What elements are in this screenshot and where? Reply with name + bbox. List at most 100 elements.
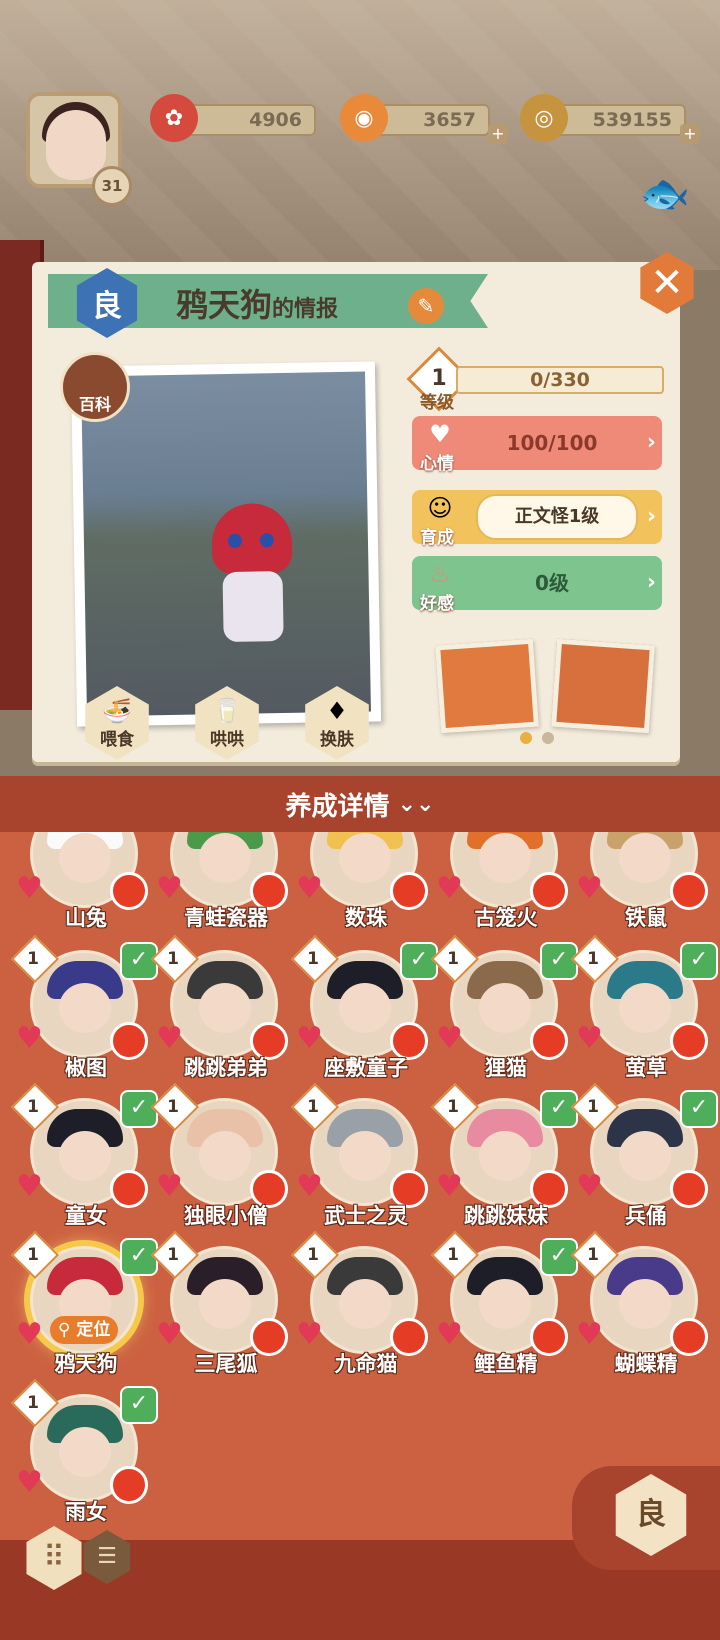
monster-level: 1 <box>587 949 599 969</box>
monster-name: 数珠 <box>345 906 387 930</box>
heart-icon: ♥ <box>296 1317 323 1352</box>
portrait-face <box>339 983 391 1033</box>
heart-icon: ♥ <box>576 1169 603 1204</box>
monster-name: 铁鼠 <box>625 906 667 930</box>
monster-card[interactable]: ♥ 青蛙瓷器 <box>152 832 288 942</box>
resource-soul-jade: 3657 <box>370 104 490 136</box>
monster-card[interactable]: ♥ 山兔 <box>12 832 148 942</box>
monster-level: 1 <box>27 1245 39 1265</box>
heart-icon: ♥ <box>16 1169 43 1204</box>
monster-level: 1 <box>27 1097 39 1117</box>
monster-title: 鸦天狗的情报 <box>176 280 338 326</box>
encyclopedia-button[interactable]: 百科 <box>60 352 130 422</box>
monster-card[interactable]: 1 ♥ 九命猫 <box>290 1230 428 1388</box>
locate-label: 定位 <box>76 1320 111 1340</box>
skin-icon: ♦ <box>326 696 348 725</box>
monster-card[interactable]: 1 ✓ ♥ 萤草 <box>570 934 718 1092</box>
portrait-face <box>59 1427 111 1477</box>
monster-level: 1 <box>307 1097 319 1117</box>
monster-card[interactable]: ♥ 铁鼠 <box>572 832 708 942</box>
heart-icon: ♥ <box>156 1021 183 1056</box>
gift-card-1[interactable] <box>435 638 539 734</box>
heart-icon: ♥ <box>296 871 323 906</box>
monster-card[interactable]: ♥ 古笼火 <box>432 832 568 942</box>
growth-details-title: 养成详情 <box>285 791 390 822</box>
title-suffix: 的情报 <box>272 297 339 322</box>
rarity-filter-button[interactable]: 良 <box>615 1474 687 1556</box>
gift-card-2[interactable] <box>551 638 655 734</box>
heart-icon: ♥ <box>296 1021 323 1056</box>
monster-level: 1 <box>167 1097 179 1117</box>
monster-grid: ♥ 山兔 ♥ 青蛙瓷器 ♥ 数珠 ♥ 古笼火 ♥ 铁鼠 1 ✓ ♥ 椒图 1 ♥ 跳跳弟弟 1 ✓ ♥ 座敷童子 1 ✓ ♥ 狸… <box>0 832 720 1532</box>
monster-name: 鸦天狗 <box>54 1352 118 1376</box>
add-coins-button[interactable]: + <box>680 124 700 144</box>
monster-card[interactable]: 1 ✓ ♥ 鲤鱼精 <box>430 1230 578 1388</box>
heart-icon: ♥ <box>156 1169 183 1204</box>
heart-icon: ♥ <box>156 1317 183 1352</box>
monster-card[interactable]: 1 ✓ ♥ 狸猫 <box>430 934 578 1092</box>
portrait-face <box>59 833 111 883</box>
bowl-icon: 🍜 <box>102 696 132 725</box>
monster-name: 萤草 <box>625 1056 667 1080</box>
favor-label: 好感 <box>420 594 454 614</box>
portrait-face <box>199 1279 251 1329</box>
checkmark-icon: ✓ <box>120 1386 158 1424</box>
chevron-right-icon: › <box>646 504 656 529</box>
avatar-face <box>46 110 106 180</box>
heart-icon: ♥ <box>436 871 463 906</box>
monster-card[interactable]: 1 ✓ ♥ 童女 <box>10 1082 158 1240</box>
growth-value: 正文怪1级 <box>476 494 638 540</box>
monster-name: 山兔 <box>65 906 107 930</box>
monster-card[interactable]: 1 ✓ ♥ 座敷童子 <box>290 934 438 1092</box>
heart-icon: ♥ <box>576 871 603 906</box>
monster-card[interactable]: 1 ✓ ♥ 兵俑 <box>570 1082 718 1240</box>
monster-card[interactable]: 1 ♥ 蝴蝶精 <box>570 1230 708 1388</box>
monster-card[interactable]: 1 ♥ 三尾狐 <box>150 1230 288 1388</box>
add-soul-jade-button[interactable]: + <box>488 124 508 144</box>
photo-scene <box>81 371 371 717</box>
monster-name: 狸猫 <box>485 1056 527 1080</box>
monster-name: 鲤鱼精 <box>474 1352 538 1376</box>
mood-label: 心情 <box>420 454 454 474</box>
plum-flower-icon: ✿ <box>150 94 198 142</box>
monster-level: 1 <box>587 1097 599 1117</box>
monster-card[interactable]: 1 ✓ ♥ ⚲ 定位 鸦天狗 <box>10 1230 158 1388</box>
locate-tag: ⚲ 定位 <box>50 1316 119 1344</box>
monster-card[interactable]: 1 ♥ 跳跳弟弟 <box>150 934 288 1092</box>
monster-name: 座敷童子 <box>324 1056 408 1080</box>
monster-level: 1 <box>307 1245 319 1265</box>
favor-stat-button[interactable]: ♨ 0级 好感 › <box>412 556 662 614</box>
monster-level: 1 <box>27 949 39 969</box>
monster-card[interactable]: ♥ 数珠 <box>292 832 428 942</box>
monster-name: 九命猫 <box>334 1352 398 1376</box>
portrait-face <box>619 833 671 883</box>
resource-plum-token: 4906 <box>186 104 316 136</box>
monster-card[interactable]: 1 ♥ 独眼小僧 <box>150 1082 288 1240</box>
monster-card[interactable]: 1 ✓ ♥ 跳跳妹妹 <box>430 1082 578 1240</box>
monster-name: 蝴蝶精 <box>614 1352 678 1376</box>
monster-name: 跳跳弟弟 <box>184 1056 268 1080</box>
monster-name: 古笼火 <box>474 906 538 930</box>
monster-level: 1 <box>447 1245 459 1265</box>
edit-pencil-icon[interactable]: ✎ <box>408 288 444 324</box>
rarity-filter: 良 <box>572 1466 720 1570</box>
heart-icon: ♥ <box>436 1317 463 1352</box>
monster-name: 鸦天狗 <box>176 286 273 324</box>
mood-stat-button[interactable]: ♥ 100/100 心情 › <box>412 416 662 474</box>
monster-card[interactable]: 1 ✓ ♥ 雨女 <box>10 1378 158 1532</box>
monster-name: 跳跳妹妹 <box>464 1204 548 1228</box>
player-level-badge: 31 <box>92 166 132 206</box>
monster-level: 1 <box>167 949 179 969</box>
monster-level: 1 <box>447 949 459 969</box>
monster-card[interactable]: 1 ♥ 武士之灵 <box>290 1082 428 1240</box>
portrait-face <box>619 1279 671 1329</box>
coax-label: 哄哄 <box>210 729 244 750</box>
growth-details-toggle[interactable]: 养成详情 ⌄⌄ <box>0 776 720 832</box>
monster-level: 1 <box>447 1097 459 1117</box>
portrait-face <box>479 983 531 1033</box>
skin-label: 换肤 <box>320 729 354 750</box>
figure-body <box>222 571 284 643</box>
growth-label: 育成 <box>420 528 454 548</box>
monster-card[interactable]: 1 ✓ ♥ 椒图 <box>10 934 158 1092</box>
heart-icon: ♥ <box>16 1317 43 1352</box>
